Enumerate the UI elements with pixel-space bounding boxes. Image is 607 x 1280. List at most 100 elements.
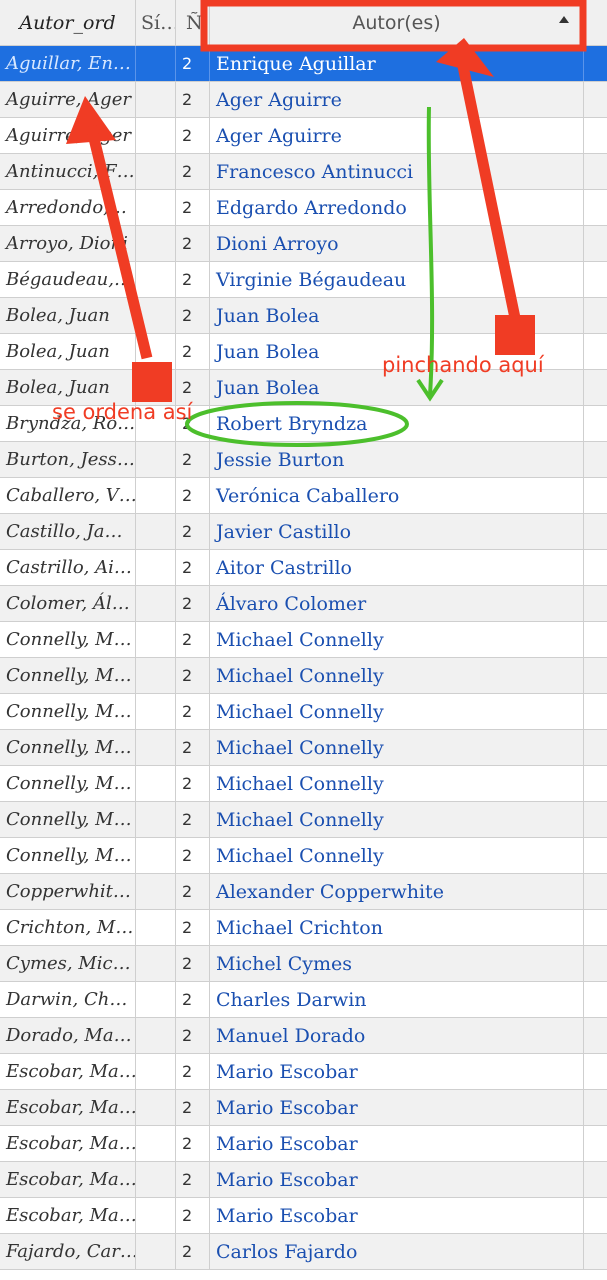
cell-si[interactable]: [136, 946, 176, 981]
cell-extra[interactable]: [584, 298, 607, 333]
cell-n[interactable]: 2: [176, 946, 210, 981]
cell-extra[interactable]: [584, 1198, 607, 1233]
cell-extra[interactable]: [584, 1126, 607, 1161]
table-row[interactable]: Connelly, M… 2 Michael Connelly: [0, 658, 607, 694]
cell-si[interactable]: [136, 874, 176, 909]
cell-autor-ord[interactable]: Escobar, Ma…: [0, 1198, 136, 1233]
cell-autor[interactable]: Michael Connelly: [210, 658, 584, 693]
cell-n[interactable]: 2: [176, 658, 210, 693]
cell-autor-ord[interactable]: Escobar, Ma…: [0, 1090, 136, 1125]
cell-autor[interactable]: Mario Escobar: [210, 1090, 584, 1125]
cell-autor-ord[interactable]: Arredondo,…: [0, 190, 136, 225]
cell-extra[interactable]: [584, 334, 607, 369]
table-row[interactable]: Escobar, Ma… 2 Mario Escobar: [0, 1162, 607, 1198]
cell-autor-ord[interactable]: Aguillar, En…: [0, 46, 136, 81]
cell-autor[interactable]: Manuel Dorado: [210, 1018, 584, 1053]
cell-si[interactable]: [136, 514, 176, 549]
cell-si[interactable]: [136, 910, 176, 945]
cell-extra[interactable]: [584, 262, 607, 297]
table-row[interactable]: Castrillo, Ai… 2 Aitor Castrillo: [0, 550, 607, 586]
table-row[interactable]: Connelly, M… 2 Michael Connelly: [0, 694, 607, 730]
cell-n[interactable]: 2: [176, 1090, 210, 1125]
cell-autor[interactable]: Charles Darwin: [210, 982, 584, 1017]
cell-n[interactable]: 2: [176, 262, 210, 297]
table-row[interactable]: Colomer, Ál… 2 Álvaro Colomer: [0, 586, 607, 622]
cell-extra[interactable]: [584, 694, 607, 729]
cell-n[interactable]: 2: [176, 586, 210, 621]
cell-si[interactable]: [136, 226, 176, 261]
cell-autor[interactable]: Mario Escobar: [210, 1198, 584, 1233]
cell-autor-ord[interactable]: Dorado, Ma…: [0, 1018, 136, 1053]
cell-extra[interactable]: [584, 730, 607, 765]
cell-extra[interactable]: [584, 1018, 607, 1053]
cell-n[interactable]: 2: [176, 334, 210, 369]
cell-autor[interactable]: Michael Connelly: [210, 694, 584, 729]
cell-autor[interactable]: Robert Bryndza: [210, 406, 584, 441]
cell-extra[interactable]: [584, 1054, 607, 1089]
cell-si[interactable]: [136, 154, 176, 189]
cell-extra[interactable]: [584, 190, 607, 225]
cell-autor[interactable]: Michael Connelly: [210, 766, 584, 801]
column-header-n[interactable]: Ñ: [176, 0, 210, 46]
cell-n[interactable]: 2: [176, 154, 210, 189]
cell-autor-ord[interactable]: Arroyo, Dioni: [0, 226, 136, 261]
cell-si[interactable]: [136, 262, 176, 297]
cell-extra[interactable]: [584, 406, 607, 441]
table-row[interactable]: Connelly, M… 2 Michael Connelly: [0, 838, 607, 874]
cell-autor-ord[interactable]: Connelly, M…: [0, 730, 136, 765]
column-header-si[interactable]: Sí…: [136, 0, 176, 46]
cell-extra[interactable]: [584, 226, 607, 261]
cell-autor[interactable]: Edgardo Arredondo: [210, 190, 584, 225]
cell-si[interactable]: [136, 658, 176, 693]
cell-si[interactable]: [136, 190, 176, 225]
cell-n[interactable]: 2: [176, 694, 210, 729]
cell-si[interactable]: [136, 118, 176, 153]
cell-si[interactable]: [136, 550, 176, 585]
cell-autor-ord[interactable]: Connelly, M…: [0, 622, 136, 657]
cell-autor[interactable]: Virginie Bégaudeau: [210, 262, 584, 297]
cell-si[interactable]: [136, 586, 176, 621]
cell-extra[interactable]: [584, 946, 607, 981]
table-row[interactable]: Escobar, Ma… 2 Mario Escobar: [0, 1090, 607, 1126]
cell-autor[interactable]: Carlos Fajardo: [210, 1234, 584, 1269]
table-row[interactable]: Escobar, Ma… 2 Mario Escobar: [0, 1054, 607, 1090]
cell-extra[interactable]: [584, 82, 607, 117]
cell-si[interactable]: [136, 1234, 176, 1269]
cell-autor[interactable]: Michael Connelly: [210, 802, 584, 837]
cell-autor[interactable]: Enrique Aguillar: [210, 46, 584, 81]
cell-n[interactable]: 2: [176, 910, 210, 945]
cell-extra[interactable]: [584, 802, 607, 837]
cell-autor-ord[interactable]: Fajardo, Car…: [0, 1234, 136, 1269]
table-row[interactable]: Dorado, Ma… 2 Manuel Dorado: [0, 1018, 607, 1054]
cell-si[interactable]: [136, 982, 176, 1017]
table-row[interactable]: Fajardo, Car… 2 Carlos Fajardo: [0, 1234, 607, 1270]
table-row[interactable]: Caballero, V… 2 Verónica Caballero: [0, 478, 607, 514]
cell-si[interactable]: [136, 442, 176, 477]
table-row[interactable]: Castillo, Ja… 2 Javier Castillo: [0, 514, 607, 550]
cell-autor-ord[interactable]: Connelly, M…: [0, 838, 136, 873]
cell-autor-ord[interactable]: Escobar, Ma…: [0, 1162, 136, 1197]
table-row[interactable]: Connelly, M… 2 Michael Connelly: [0, 622, 607, 658]
table-row[interactable]: Connelly, M… 2 Michael Connelly: [0, 802, 607, 838]
cell-si[interactable]: [136, 694, 176, 729]
cell-n[interactable]: 2: [176, 1126, 210, 1161]
cell-si[interactable]: [136, 46, 176, 81]
cell-extra[interactable]: [584, 550, 607, 585]
cell-si[interactable]: [136, 802, 176, 837]
table-row[interactable]: Arroyo, Dioni 2 Dioni Arroyo: [0, 226, 607, 262]
cell-n[interactable]: 2: [176, 190, 210, 225]
cell-autor-ord[interactable]: Copperwhit…: [0, 874, 136, 909]
cell-si[interactable]: [136, 1162, 176, 1197]
cell-n[interactable]: 2: [176, 1018, 210, 1053]
cell-extra[interactable]: [584, 514, 607, 549]
cell-n[interactable]: 2: [176, 802, 210, 837]
cell-n[interactable]: 2: [176, 766, 210, 801]
column-header-search[interactable]: [584, 0, 607, 46]
cell-autor-ord[interactable]: Escobar, Ma…: [0, 1126, 136, 1161]
cell-autor[interactable]: Mario Escobar: [210, 1162, 584, 1197]
cell-n[interactable]: 2: [176, 1162, 210, 1197]
cell-extra[interactable]: [584, 370, 607, 405]
cell-autor-ord[interactable]: Bolea, Juan: [0, 334, 136, 369]
cell-autor-ord[interactable]: Bégaudeau,…: [0, 262, 136, 297]
cell-extra[interactable]: [584, 874, 607, 909]
